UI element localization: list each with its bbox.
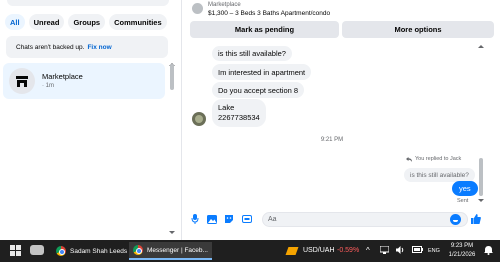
listing-avatar [192,3,203,14]
message-line: Lake [218,103,235,112]
conversation-scrollbar[interactable] [479,158,483,196]
message-timestamp: 9:21 PM [320,137,344,143]
conversation-title: Marketplace [42,72,83,81]
battery-icon[interactable] [412,246,423,255]
pinned-app-icon[interactable] [30,245,44,255]
taskbar-app-label: Messenger | Faceb... [147,246,208,254]
backup-banner: Chats aren't backed up. Fix now [6,36,168,58]
search-bar-edge[interactable] [7,0,169,6]
outgoing-message[interactable]: yes [452,181,478,196]
listing-title[interactable]: $1,300 – 3 Beds 3 Baths Apartment/condo [208,10,330,17]
stock-widget-icon[interactable] [285,247,299,255]
chat-list-scrollbar[interactable] [170,64,174,90]
filter-communities[interactable]: Communities [109,14,167,30]
conversation-panel: Marketplace $1,300 – 3 Beds 3 Baths Apar… [181,0,500,240]
microphone-icon[interactable] [190,214,200,224]
volume-icon[interactable] [396,246,405,256]
marketplace-store-icon [9,68,35,94]
gif-icon[interactable] [242,214,252,224]
chevron-up-icon[interactable]: ^ [366,246,370,255]
reply-label: You replied to Jack [406,156,461,162]
language-indicator[interactable]: ENG [428,248,440,254]
clock-date[interactable]: 1/21/2026 [446,252,478,258]
replied-message-quote[interactable]: is this still available? [404,168,475,182]
mark-as-pending-button[interactable]: Mark as pending [190,21,339,38]
filter-all[interactable]: All [5,14,25,30]
listing-source: Marketplace [208,2,241,8]
taskbar-app-chrome-1[interactable]: Sadam Shah Leeds ... [52,242,138,260]
stock-name[interactable]: USD/UAH [303,247,335,254]
notification-icon[interactable] [484,246,493,257]
more-options-button[interactable]: More options [342,21,494,38]
incoming-message[interactable]: Do you accept section 8 [212,82,305,98]
message-line: 2267738534 [218,113,260,122]
filter-chips: All Unread Groups Communities [5,14,167,30]
backup-text: Chats aren't backed up. [16,43,85,51]
conversation-time: · 1m [42,83,54,89]
windows-taskbar: Sadam Shah Leeds ... Messenger | Faceb..… [0,240,500,262]
sender-avatar[interactable] [192,112,206,126]
scroll-down-arrow[interactable] [478,199,484,202]
incoming-message[interactable]: Im interested in apartment [212,64,312,80]
incoming-message[interactable]: Lake 2267738534 [212,99,266,127]
chat-list-panel: All Unread Groups Communities Chats aren… [0,0,181,240]
stock-change: -0.59% [337,247,360,254]
filter-groups[interactable]: Groups [68,14,106,30]
scroll-down-arrow[interactable] [169,231,175,234]
reply-label-text: You replied to Jack [415,156,462,162]
sent-status: Sent [457,198,469,204]
message-input[interactable]: Aa [262,212,468,227]
emoji-icon[interactable] [450,214,461,225]
filter-unread[interactable]: Unread [28,14,65,30]
clock-time[interactable]: 9:23 PM [446,243,478,249]
windows-start-icon[interactable] [10,245,22,257]
scroll-up-arrow[interactable] [478,45,484,48]
incoming-message[interactable]: is this still available? [212,46,292,61]
fix-now-link[interactable]: Fix now [87,44,111,51]
chrome-icon [56,246,66,256]
thumbs-up-icon[interactable] [471,214,481,224]
taskbar-app-chrome-2[interactable]: Messenger | Faceb... [129,242,212,260]
taskbar-app-label: Sadam Shah Leeds ... [70,247,135,255]
chrome-icon [133,245,143,255]
photo-icon[interactable] [207,214,217,224]
network-icon[interactable] [379,245,390,256]
sticker-icon[interactable] [224,214,234,224]
conversation-item-marketplace[interactable]: Marketplace · 1m [3,63,165,99]
reply-arrow-icon [406,156,412,162]
